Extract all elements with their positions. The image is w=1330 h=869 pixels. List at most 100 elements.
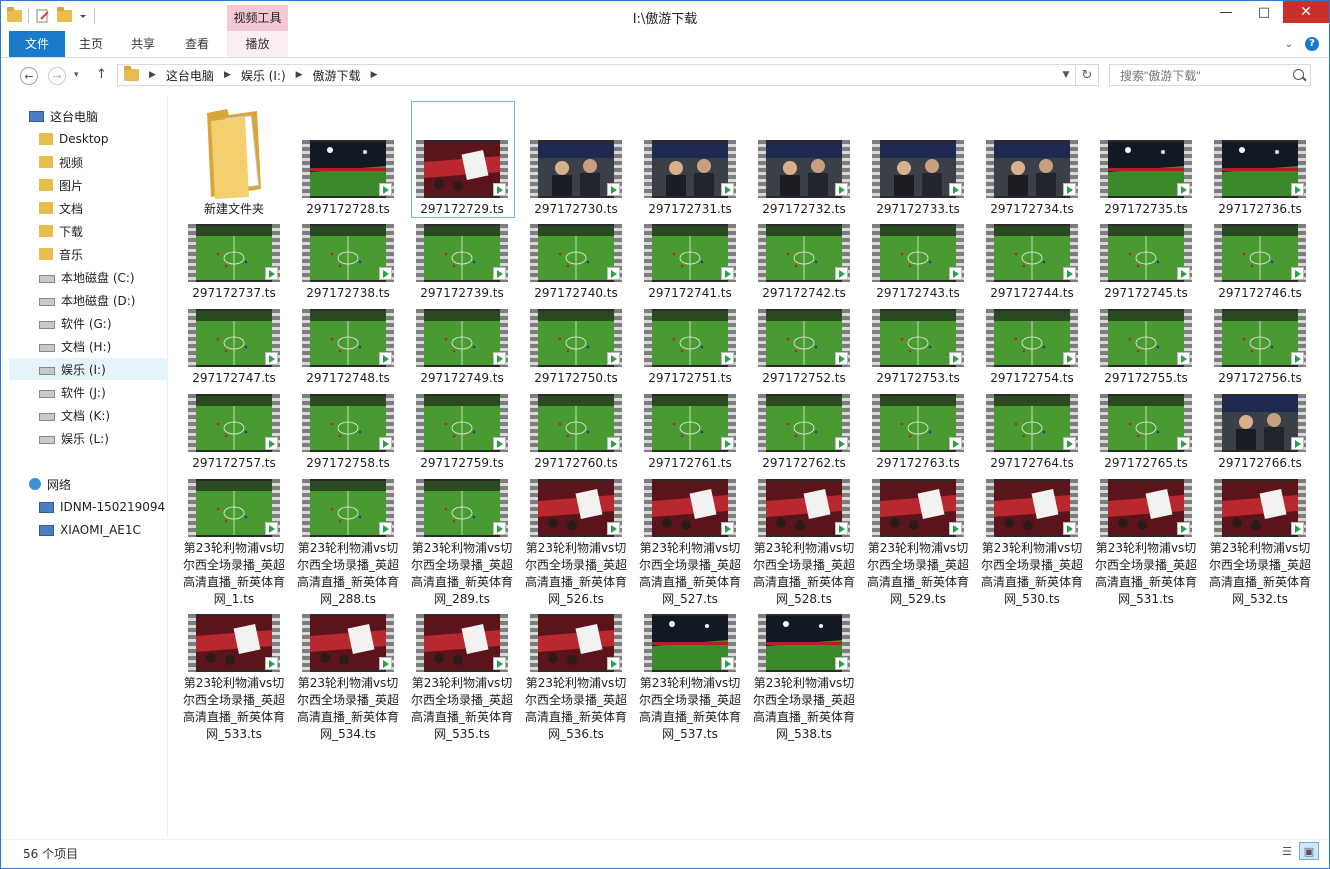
video-file-item[interactable]: 第23轮利物浦vs切尔西全场录播_英超高清直播_新英体育网_535.ts <box>410 614 514 743</box>
search-icon[interactable] <box>1293 69 1304 80</box>
video-file-item[interactable]: 第23轮利物浦vs切尔西全场录播_英超高清直播_新英体育网_289.ts <box>410 479 514 608</box>
video-file-item[interactable]: 297172760.ts <box>524 394 628 472</box>
video-file-item[interactable]: 297172741.ts <box>638 224 742 302</box>
sidebar-item[interactable]: IDNM-150219094 <box>1 496 167 518</box>
chevron-right-icon[interactable]: ▶ <box>224 70 231 80</box>
chevron-right-icon[interactable]: ▶ <box>149 70 156 80</box>
address-bar[interactable]: ▶ 这台电脑 ▶ 娱乐 (I:) ▶ 傲游下载 ▶ ▼ ↻ <box>117 64 1099 86</box>
expand-ribbon-icon[interactable]: ⌄ <box>1285 39 1293 50</box>
video-file-item[interactable]: 297172746.ts <box>1208 224 1312 302</box>
video-file-item[interactable]: 297172731.ts <box>638 140 742 218</box>
video-file-item[interactable]: 297172753.ts <box>866 309 970 387</box>
video-file-item[interactable]: 297172766.ts <box>1208 394 1312 472</box>
up-arrow-icon[interactable]: ↑ <box>96 67 107 82</box>
video-file-item[interactable]: 第23轮利物浦vs切尔西全场录播_英超高清直播_新英体育网_536.ts <box>524 614 628 743</box>
video-file-item[interactable]: 第23轮利物浦vs切尔西全场录播_英超高清直播_新英体育网_530.ts <box>980 479 1084 608</box>
video-file-item[interactable]: 297172733.ts <box>866 140 970 218</box>
video-file-item[interactable]: 297172737.ts <box>182 224 286 302</box>
sidebar-item[interactable]: Desktop <box>1 128 167 150</box>
video-file-item[interactable]: 297172734.ts <box>980 140 1084 218</box>
video-file-item[interactable]: 297172765.ts <box>1094 394 1198 472</box>
video-file-item[interactable]: 第23轮利物浦vs切尔西全场录播_英超高清直播_新英体育网_538.ts <box>752 614 856 743</box>
sidebar-item[interactable]: 图片 <box>1 174 167 196</box>
breadcrumb-drive[interactable]: 娱乐 (I:) <box>241 67 286 84</box>
video-file-item[interactable]: 297172751.ts <box>638 309 742 387</box>
chevron-right-icon[interactable]: ▶ <box>371 70 378 80</box>
close-button[interactable]: ✕ <box>1283 1 1329 23</box>
video-file-item[interactable]: 第23轮利物浦vs切尔西全场录播_英超高清直播_新英体育网_529.ts <box>866 479 970 608</box>
sidebar-item[interactable]: 娱乐 (I:) <box>9 358 167 380</box>
video-file-item[interactable]: 297172761.ts <box>638 394 742 472</box>
sidebar-item[interactable]: XIAOMI_AE1C <box>1 519 167 541</box>
video-file-item[interactable]: 297172744.ts <box>980 224 1084 302</box>
video-file-item[interactable]: 297172745.ts <box>1094 224 1198 302</box>
video-file-item[interactable]: 297172735.ts <box>1094 140 1198 218</box>
chevron-right-icon[interactable]: ▶ <box>296 70 303 80</box>
video-file-item[interactable]: 297172738.ts <box>296 224 400 302</box>
video-file-item[interactable]: 第23轮利物浦vs切尔西全场录播_英超高清直播_新英体育网_288.ts <box>296 479 400 608</box>
video-file-item[interactable]: 297172747.ts <box>182 309 286 387</box>
video-file-item[interactable]: 第23轮利物浦vs切尔西全场录播_英超高清直播_新英体育网_528.ts <box>752 479 856 608</box>
video-file-item[interactable]: 297172764.ts <box>980 394 1084 472</box>
video-file-item[interactable]: 297172736.ts <box>1208 140 1312 218</box>
minimize-button[interactable]: — <box>1207 1 1245 23</box>
video-file-item[interactable]: 297172748.ts <box>296 309 400 387</box>
sidebar-item[interactable]: 软件 (G:) <box>1 312 167 334</box>
video-file-item[interactable]: 297172739.ts <box>410 224 514 302</box>
video-file-item[interactable]: 第23轮利物浦vs切尔西全场录播_英超高清直播_新英体育网_537.ts <box>638 614 742 743</box>
video-file-item[interactable]: 297172763.ts <box>866 394 970 472</box>
forward-button[interactable]: → <box>48 67 66 85</box>
video-file-item[interactable]: 297172730.ts <box>524 140 628 218</box>
video-file-item[interactable]: 297172749.ts <box>410 309 514 387</box>
sidebar-item[interactable]: 视频 <box>1 151 167 173</box>
search-box[interactable] <box>1109 64 1311 86</box>
sidebar-item[interactable]: 本地磁盘 (C:) <box>1 266 167 288</box>
video-file-item[interactable]: 第23轮利物浦vs切尔西全场录播_英超高清直播_新英体育网_527.ts <box>638 479 742 608</box>
video-file-item[interactable]: 第23轮利物浦vs切尔西全场录播_英超高清直播_新英体育网_531.ts <box>1094 479 1198 608</box>
sidebar-item[interactable]: 文档 (H:) <box>1 335 167 357</box>
large-icons-view-icon[interactable]: ▣ <box>1299 842 1319 860</box>
maximize-button[interactable]: □ <box>1245 1 1283 23</box>
video-file-item[interactable]: 297172729.ts <box>410 140 514 218</box>
details-view-icon[interactable]: ☰ <box>1277 842 1297 860</box>
help-icon[interactable]: ? <box>1305 37 1319 51</box>
refresh-icon[interactable]: ↻ <box>1075 65 1098 85</box>
tab-share[interactable]: 共享 <box>119 31 167 57</box>
video-file-item[interactable]: 297172740.ts <box>524 224 628 302</box>
video-file-item[interactable]: 297172754.ts <box>980 309 1084 387</box>
video-file-item[interactable]: 297172752.ts <box>752 309 856 387</box>
tab-home[interactable]: 主页 <box>67 31 115 57</box>
video-file-item[interactable]: 297172742.ts <box>752 224 856 302</box>
sidebar-item[interactable]: 软件 (J:) <box>1 381 167 403</box>
video-file-item[interactable]: 297172759.ts <box>410 394 514 472</box>
breadcrumb-folder[interactable]: 傲游下载 <box>313 67 361 84</box>
video-file-item[interactable]: 第23轮利物浦vs切尔西全场录播_英超高清直播_新英体育网_526.ts <box>524 479 628 608</box>
sidebar-item[interactable]: 音乐 <box>1 243 167 265</box>
search-input[interactable] <box>1118 66 1292 86</box>
video-file-item[interactable]: 297172757.ts <box>182 394 286 472</box>
video-file-item[interactable]: 第23轮利物浦vs切尔西全场录播_英超高清直播_新英体育网_533.ts <box>182 614 286 743</box>
video-file-item[interactable]: 297172756.ts <box>1208 309 1312 387</box>
video-file-item[interactable]: 第23轮利物浦vs切尔西全场录播_英超高清直播_新英体育网_532.ts <box>1208 479 1312 608</box>
recent-locations-icon[interactable]: ▾ <box>74 70 79 80</box>
video-file-item[interactable]: 297172758.ts <box>296 394 400 472</box>
sidebar-item[interactable]: 娱乐 (L:) <box>1 427 167 449</box>
tab-play[interactable]: 播放 <box>227 31 288 57</box>
sidebar-item[interactable]: 这台电脑 <box>1 105 167 127</box>
video-file-item[interactable]: 297172728.ts <box>296 140 400 218</box>
video-file-item[interactable]: 297172743.ts <box>866 224 970 302</box>
video-file-item[interactable]: 297172762.ts <box>752 394 856 472</box>
chevron-down-icon[interactable]: ▼ <box>1057 65 1075 85</box>
video-file-item[interactable]: 297172732.ts <box>752 140 856 218</box>
video-file-item[interactable]: 第23轮利物浦vs切尔西全场录播_英超高清直播_新英体育网_534.ts <box>296 614 400 743</box>
folder-item[interactable]: 新建文件夹 <box>182 103 286 218</box>
sidebar-item[interactable]: 本地磁盘 (D:) <box>1 289 167 311</box>
sidebar-item[interactable]: 文档 (K:) <box>1 404 167 426</box>
tab-file[interactable]: 文件 <box>9 31 65 57</box>
video-file-item[interactable]: 第23轮利物浦vs切尔西全场录播_英超高清直播_新英体育网_1.ts <box>182 479 286 608</box>
back-button[interactable]: ← <box>20 67 38 85</box>
video-file-item[interactable]: 297172755.ts <box>1094 309 1198 387</box>
video-file-item[interactable]: 297172750.ts <box>524 309 628 387</box>
sidebar-item[interactable]: 文档 <box>1 197 167 219</box>
tab-view[interactable]: 查看 <box>173 31 221 57</box>
